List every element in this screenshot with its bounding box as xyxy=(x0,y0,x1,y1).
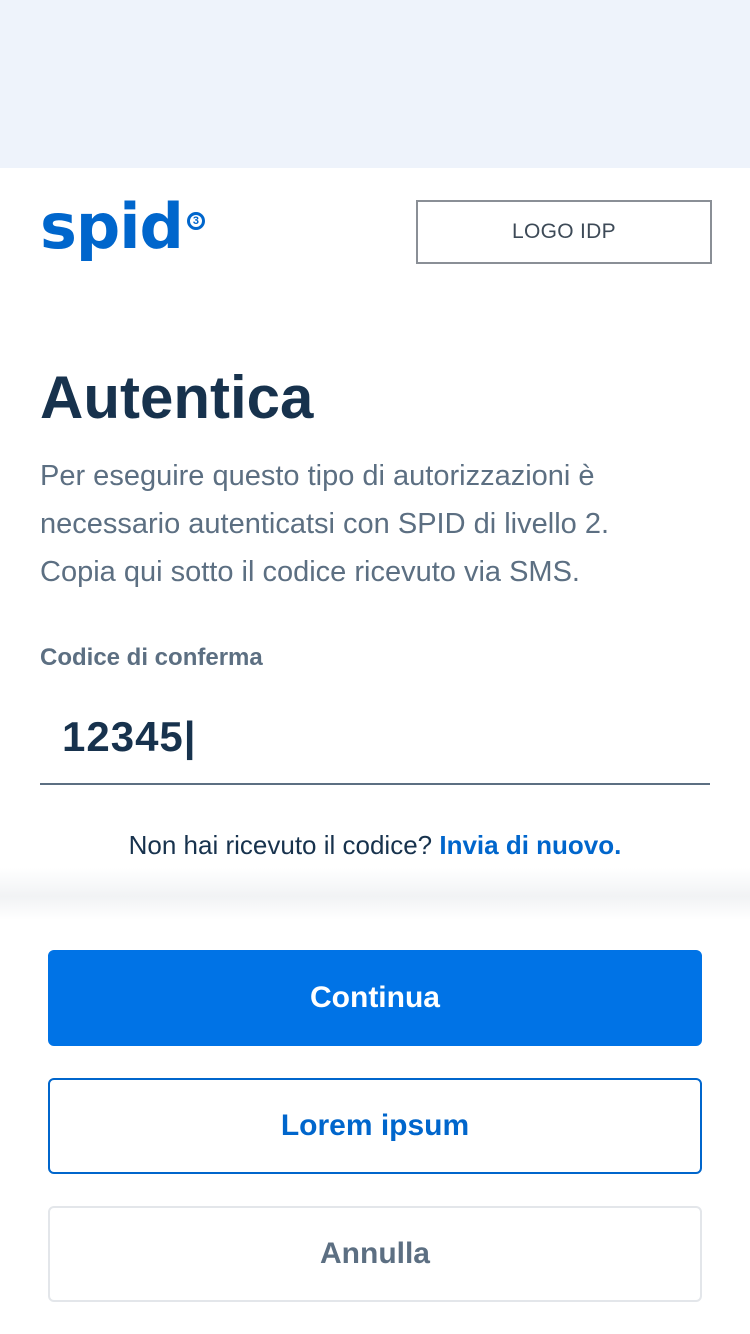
header: spid 3 LOGO IDP xyxy=(0,168,750,298)
idp-logo-placeholder: LOGO IDP xyxy=(416,200,712,264)
code-field-label: Codice di conferma xyxy=(40,644,263,671)
resend-link[interactable]: Invia di nuovo. xyxy=(439,830,621,860)
footer-divider-shadow xyxy=(0,868,750,920)
page-title: Autentica xyxy=(40,364,314,431)
spid-logo: spid 3 xyxy=(40,196,205,266)
resend-row: Non hai ricevuto il codice? Invia di nuo… xyxy=(0,830,750,861)
secondary-button[interactable]: Lorem ipsum xyxy=(48,1078,702,1174)
spid-level-badge: 3 xyxy=(186,212,205,230)
page-description: Per eseguire questo tipo di autorizzazio… xyxy=(40,460,610,588)
confirmation-code-input[interactable] xyxy=(40,690,710,785)
status-area xyxy=(0,0,750,168)
continue-button[interactable]: Continua xyxy=(48,950,702,1046)
cancel-button[interactable]: Annulla xyxy=(48,1206,702,1302)
spid-logo-text: spid xyxy=(40,190,184,263)
page: spid 3 LOGO IDP Autentica Per eseguire q… xyxy=(0,0,750,1334)
resend-text: Non hai ricevuto il codice? xyxy=(128,830,433,860)
